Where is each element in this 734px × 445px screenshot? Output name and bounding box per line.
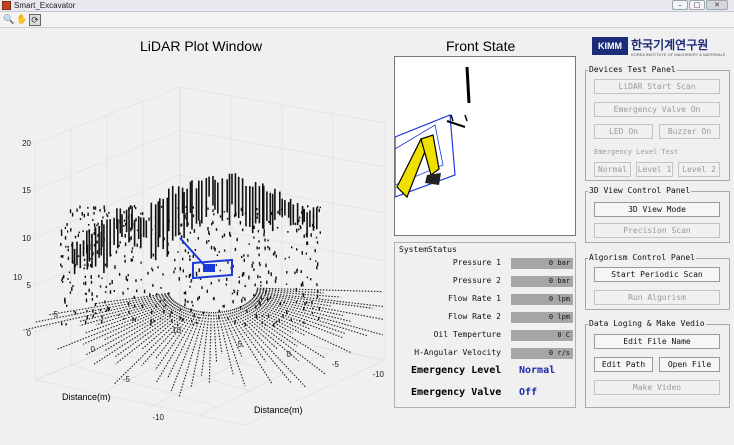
status-value: 0 lpm [511,294,573,305]
status-label: Flow Rate 1 [448,294,501,303]
status-row-oil-temperature: Oil Temperture 0 C [395,329,575,341]
status-row-angular-velocity: H-Angular Velocity 0 r/s [395,347,575,359]
status-value: 0 C [511,330,573,341]
algorism-control-panel: Algorism Control Panel Start Periodic Sc… [585,253,730,310]
lidar-plot-title: LiDAR Plot Window [140,38,263,54]
excavator-marker [179,237,233,280]
status-value: 0 lpm [511,312,573,323]
data-logging-panel-title: Data Loging & Make Vedio [588,319,706,329]
level-2-button[interactable]: Level 2 [678,162,720,177]
status-row-pressure-2: Pressure 2 0 bar [395,275,575,287]
front-state-title: Front State [446,38,516,54]
level-1-button[interactable]: Level 1 [636,162,673,177]
lidar-x-tick: 10 [172,326,181,335]
lidar-xlabel: Distance(m) [254,405,303,415]
view-mode-3d-button[interactable]: 3D View Mode [594,202,720,217]
edit-path-button[interactable]: Edit Path [594,357,653,372]
lidar-ray-lines [23,287,385,397]
lidar-x-tick: -5 [332,360,340,369]
view3d-panel-title: 3D View Control Panel [588,186,692,196]
logo-badge: KIMM [592,37,628,55]
lidar-z-tick: 10 [22,234,31,243]
app-icon [2,1,11,10]
status-row-flow-rate-2: Flow Rate 2 0 lpm [395,311,575,323]
status-label: Pressure 2 [452,276,501,285]
data-logging-panel: Data Loging & Make Vedio Edit File Name … [585,319,730,408]
lidar-x-tick: 0 [287,350,292,359]
lidar-y-tick: 5 [54,310,59,319]
emergency-level-test-label: Emergency Level Test [594,148,679,156]
rotate-3d-icon[interactable]: ⟳ [29,14,41,26]
figure-toolbar: 🔍 ✋ ⟳ [0,12,734,28]
lidar-y-tick: 10 [13,273,22,282]
emergency-level-row: Emergency Level Normal [395,365,575,379]
lidar-z-tick: 5 [27,281,32,290]
buzzer-on-button[interactable]: Buzzer On [659,124,720,139]
status-value: 0 r/s [511,348,573,359]
lidar-x-tick: -10 [372,370,384,379]
emergency-valve-row: Emergency Valve Off [395,387,575,401]
precision-scan-button[interactable]: Precision Scan [594,223,720,238]
lidar-y-tick: -5 [123,375,131,384]
status-label: Oil Temperture [433,330,501,339]
led-on-button[interactable]: LED On [594,124,653,139]
logo-korean-name: 한국기계연구원 [631,38,709,52]
emergency-valve-on-button[interactable]: Emergency Valve On [594,102,720,117]
open-file-button[interactable]: Open File [659,357,720,372]
status-row-pressure-1: Pressure 1 0 bar [395,257,575,269]
status-value: 0 bar [511,258,573,269]
system-status-panel: SystemStatus Pressure 1 0 bar Pressure 2… [394,242,576,408]
edit-file-name-button[interactable]: Edit File Name [594,334,720,349]
system-status-title: SystemStatus [399,245,457,254]
status-label: H-Angular Velocity [414,348,501,357]
lidar-z-tick: 20 [22,139,31,148]
emergency-level-value: Normal [519,365,556,376]
status-label: Pressure 1 [452,258,501,267]
window-title: Smart_Excavator [14,1,76,10]
window-titlebar: Smart_Excavator – □ ✕ [0,0,734,12]
devices-panel-title: Devices Test Panel [588,65,677,75]
level-normal-button[interactable]: Normal [594,162,631,177]
start-periodic-scan-button[interactable]: Start Periodic Scan [594,267,720,282]
zoom-icon[interactable]: 🔍 [3,14,15,26]
lidar-y-tick: 0 [91,345,96,354]
emergency-level-label: Emergency Level [411,365,502,376]
run-algorism-button[interactable]: Run Algorism [594,290,720,305]
emergency-valve-value: Off [519,387,538,398]
lidar-z-tick: 0 [27,329,32,338]
status-label: Flow Rate 2 [448,312,501,321]
algorism-panel-title: Algorism Control Panel [588,253,696,263]
minimize-button[interactable]: – [672,0,688,10]
lidar-y-tick: -10 [152,413,164,422]
view3d-control-panel: 3D View Control Panel 3D View Mode Preci… [585,186,730,243]
emergency-valve-label: Emergency Valve [411,387,502,398]
status-row-flow-rate-1: Flow Rate 1 0 lpm [395,293,575,305]
lidar-start-scan-button[interactable]: LiDAR Start Scan [594,79,720,94]
devices-test-panel: Devices Test Panel LiDAR Start Scan Emer… [585,65,730,181]
lidar-ylabel: Distance(m) [62,392,111,402]
lidar-z-tick: 15 [22,186,31,195]
lidar-x-tick: 5 [238,340,243,349]
status-value: 0 bar [511,276,573,287]
maximize-button[interactable]: □ [689,0,705,10]
logo-subtitle: KOREA INSTITUTE OF MACHINERY & MATERIALS [631,52,726,57]
front-state-view [394,56,576,236]
pan-hand-icon[interactable]: ✋ [16,14,28,26]
make-video-button[interactable]: Make Video [594,380,720,395]
kimm-logo: KIMM 한국기계연구원 KOREA INSTITUTE OF MACHINER… [592,35,730,65]
close-button[interactable]: ✕ [706,0,728,10]
lidar-3d-plot[interactable]: 20 15 10 5 0 10 5 0 -5 -10 10 5 0 -5 -10 Distance(m) D… [0,55,390,425]
